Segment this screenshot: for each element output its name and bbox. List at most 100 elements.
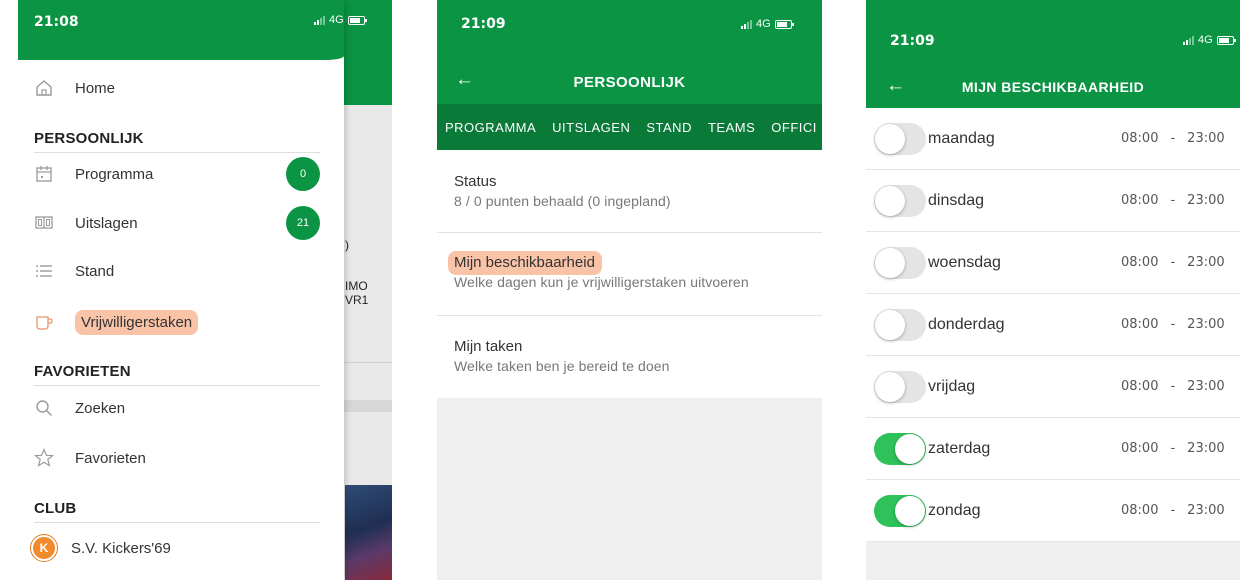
screen-mijn-beschikbaarheid: 21:09 4G ← MIJN BESCHIKBAARHEID maandag … — [866, 0, 1240, 580]
cup-icon — [34, 312, 54, 332]
day-row-zaterdag: zaterdag 08:00-23:00 — [866, 418, 1240, 480]
toggle-knob — [875, 247, 905, 278]
day-row-dinsdag: dinsdag 08:00-23:00 — [866, 170, 1240, 232]
day-row-donderdag: donderdag 08:00-23:00 — [866, 294, 1240, 356]
status-bar: 21:09 4G — [437, 0, 822, 44]
tab-officials[interactable]: OFFICI — [771, 120, 817, 135]
toggle-knob — [875, 371, 905, 402]
battery-icon — [774, 19, 794, 29]
signal-icon — [314, 15, 325, 25]
time-from: 08:00 — [1121, 503, 1159, 518]
tab-uitslagen[interactable]: UITSLAGEN — [552, 120, 630, 135]
page-title: PERSOONLIJK — [573, 74, 686, 91]
app-header: ← PERSOONLIJK — [437, 44, 822, 104]
tab-teams[interactable]: TEAMS — [708, 120, 755, 135]
menu-item-vrijwilligerstaken[interactable]: Vrijwilligerstaken — [18, 298, 344, 346]
time-from: 08:00 — [1121, 131, 1159, 146]
menu-item-zoeken[interactable]: Zoeken — [18, 384, 344, 432]
availability-toggle[interactable] — [874, 122, 926, 155]
time-from: 08:00 — [1121, 193, 1159, 208]
tab-programma[interactable]: PROGRAMMA — [445, 120, 536, 135]
day-label: dinsdag — [928, 191, 985, 209]
day-row-woensdag: woensdag 08:00-23:00 — [866, 232, 1240, 294]
list-item-title: Status — [454, 173, 497, 190]
empty-area — [866, 542, 1240, 580]
time-range[interactable]: 08:00-23:00 — [1121, 131, 1225, 146]
battery-icon — [1216, 35, 1236, 45]
time-range[interactable]: 08:00-23:00 — [1121, 503, 1225, 518]
status-indicators: 4G — [314, 14, 367, 26]
background-divider — [345, 362, 392, 363]
list-item-title: Mijn taken — [454, 338, 523, 355]
list-item-title: Mijn beschikbaarheid — [448, 251, 822, 275]
network-label: 4G — [756, 18, 771, 30]
status-time: 21:09 — [461, 16, 506, 32]
time-range[interactable]: 08:00-23:00 — [1121, 441, 1225, 456]
availability-toggle[interactable] — [874, 246, 926, 279]
menu-item-label: S.V. Kickers'69 — [71, 539, 171, 557]
signal-icon — [741, 19, 752, 29]
availability-toggle[interactable] — [874, 494, 926, 527]
time-separator: - — [1170, 503, 1176, 518]
day-row-zondag: zondag 08:00-23:00 — [866, 480, 1240, 542]
star-icon — [34, 448, 54, 468]
day-label: donderdag — [928, 315, 1005, 333]
status-indicators: 4G — [741, 18, 794, 30]
app-header: ← MIJN BESCHIKBAARHEID — [866, 62, 1240, 108]
menu-item-label: Uitslagen — [75, 214, 138, 232]
list-item-subtitle: Welke dagen kun je vrijwilligerstaken ui… — [454, 274, 749, 290]
screen-persoonlijk: 21:09 4G ← PERSOONLIJK PROGRAMMA UITSLAG… — [437, 0, 822, 580]
list-item-subtitle: Welke taken ben je bereid te doen — [454, 358, 670, 374]
menu-item-stand[interactable]: Stand — [18, 247, 344, 295]
day-label: vrijdag — [928, 377, 976, 395]
time-range[interactable]: 08:00-23:00 — [1121, 255, 1225, 270]
time-from: 08:00 — [1121, 317, 1159, 332]
screen-navigation-drawer: ) IMO VR1 21:08 4G Home PERSOONLIJK Prog… — [18, 0, 392, 580]
time-separator: - — [1170, 379, 1176, 394]
network-label: 4G — [329, 14, 344, 26]
time-to: 23:00 — [1187, 503, 1225, 518]
time-to: 23:00 — [1187, 193, 1225, 208]
tab-stand[interactable]: STAND — [646, 120, 692, 135]
status-indicators: 4G — [1183, 34, 1236, 46]
tab-bar: PROGRAMMA UITSLAGEN STAND TEAMS OFFICI — [437, 104, 822, 150]
menu-item-favorieten[interactable]: Favorieten — [18, 434, 344, 482]
time-to: 23:00 — [1187, 317, 1225, 332]
availability-toggle[interactable] — [874, 184, 926, 217]
time-separator: - — [1170, 317, 1176, 332]
day-label: zaterdag — [928, 439, 991, 457]
availability-toggle[interactable] — [874, 370, 926, 403]
time-separator: - — [1170, 255, 1176, 270]
count-badge: 0 — [286, 157, 320, 191]
list-item-subtitle: 8 / 0 punten behaald (0 ingepland) — [454, 193, 671, 209]
status-time: 21:09 — [890, 33, 935, 49]
menu-item-programma[interactable]: Programma 0 — [18, 150, 344, 198]
menu-item-club[interactable]: K S.V. Kickers'69 — [18, 524, 344, 572]
availability-toggle[interactable] — [874, 308, 926, 341]
time-to: 23:00 — [1187, 441, 1225, 456]
toggle-knob — [875, 185, 905, 216]
background-text-fragment: VR1 — [345, 293, 369, 307]
time-range[interactable]: 08:00-23:00 — [1121, 379, 1225, 394]
list-item-taken[interactable]: Mijn taken Welke taken ben je bereid te … — [437, 316, 822, 398]
time-range[interactable]: 08:00-23:00 — [1121, 317, 1225, 332]
navigation-drawer: 21:08 4G Home PERSOONLIJK Programma 0 Ui… — [18, 0, 367, 580]
background-text-fragment: ) — [345, 238, 349, 252]
availability-toggle[interactable] — [874, 432, 926, 465]
list-item-status[interactable]: Status 8 / 0 punten behaald (0 ingepland… — [437, 150, 822, 233]
menu-item-label: Zoeken — [75, 399, 126, 417]
day-row-vrijdag: vrijdag 08:00-23:00 — [866, 356, 1240, 418]
home-icon — [34, 78, 54, 98]
day-row-maandag: maandag 08:00-23:00 — [866, 108, 1240, 170]
time-range[interactable]: 08:00-23:00 — [1121, 193, 1225, 208]
menu-item-label: Home — [75, 79, 116, 97]
background-separator — [343, 400, 392, 412]
section-heading-club: CLUB — [34, 500, 320, 523]
background-text-fragment: IMO — [345, 279, 368, 293]
toggle-knob — [875, 309, 905, 340]
list-item-beschikbaarheid[interactable]: Mijn beschikbaarheid Welke dagen kun je … — [437, 233, 822, 316]
menu-item-uitslagen[interactable]: Uitslagen 21 — [18, 199, 344, 247]
time-separator: - — [1170, 131, 1176, 146]
day-label: maandag — [928, 129, 995, 147]
menu-item-home[interactable]: Home — [18, 64, 344, 112]
